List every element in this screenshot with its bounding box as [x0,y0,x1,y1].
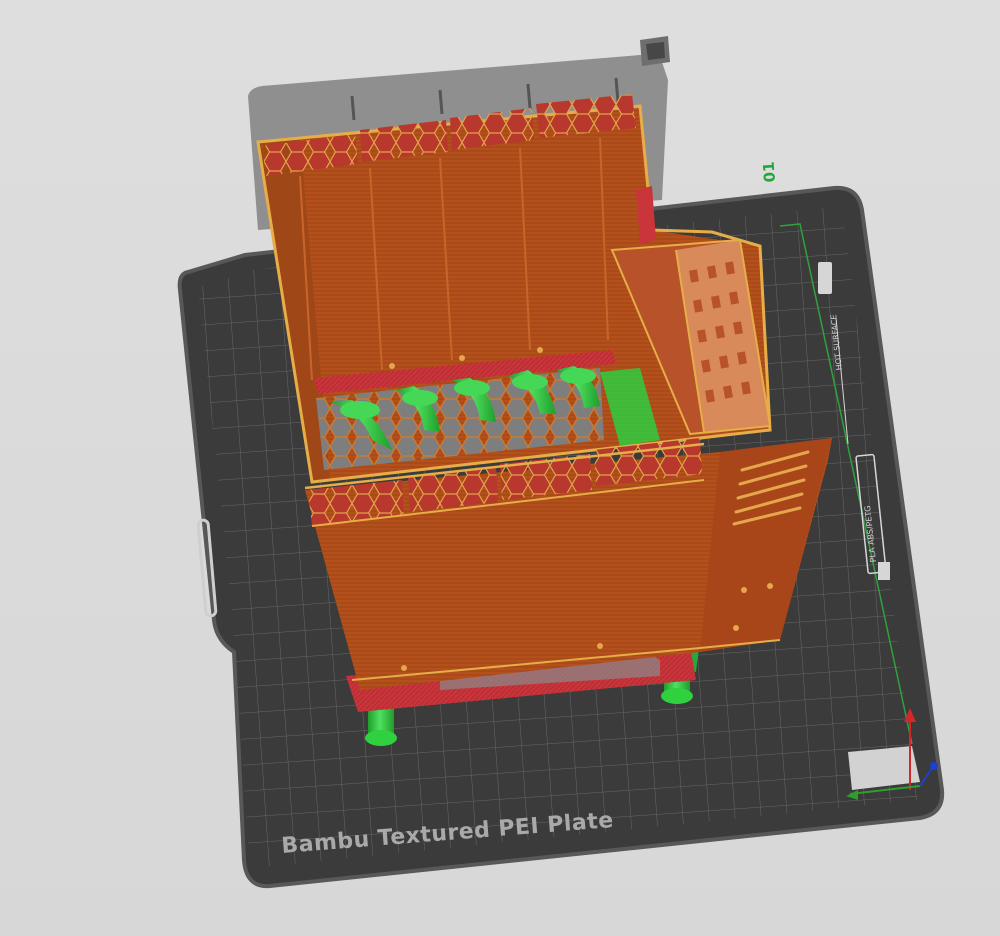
3d-viewport[interactable]: PLA ABS/PETG HOT SURFACE Bambu Textured … [0,0,1000,936]
3d-scene[interactable]: PLA ABS/PETG HOT SURFACE Bambu Textured … [0,0,1000,936]
printed-model[interactable] [256,94,832,690]
plate-number: 01 [760,161,779,183]
